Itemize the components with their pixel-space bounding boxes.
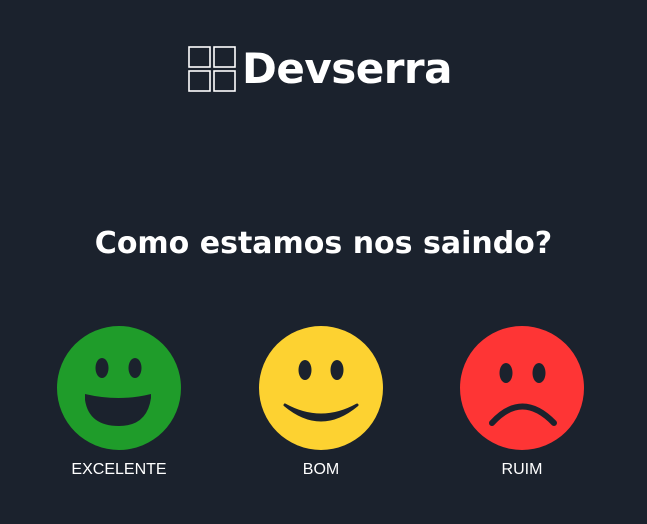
brand-logo: Devserra (188, 46, 452, 92)
rating-option-excelente[interactable]: EXCELENTE (49, 326, 189, 480)
rating-label-bom: BOM (302, 461, 340, 478)
survey-question: Como estamos nos saindo? (94, 226, 553, 261)
rating-label-ruim: RUIM (501, 461, 543, 478)
rating-label-excelente: EXCELENTE (71, 461, 167, 478)
brand-name: Devserra (242, 44, 452, 93)
smiling-face-icon[interactable] (259, 326, 383, 450)
big-grin-face-icon[interactable] (57, 326, 181, 450)
four-squares-grid-icon (188, 46, 236, 92)
rating-option-bom[interactable]: BOM (251, 326, 391, 480)
rating-option-ruim[interactable]: RUIM (452, 326, 592, 480)
frowning-face-icon[interactable] (460, 326, 584, 450)
